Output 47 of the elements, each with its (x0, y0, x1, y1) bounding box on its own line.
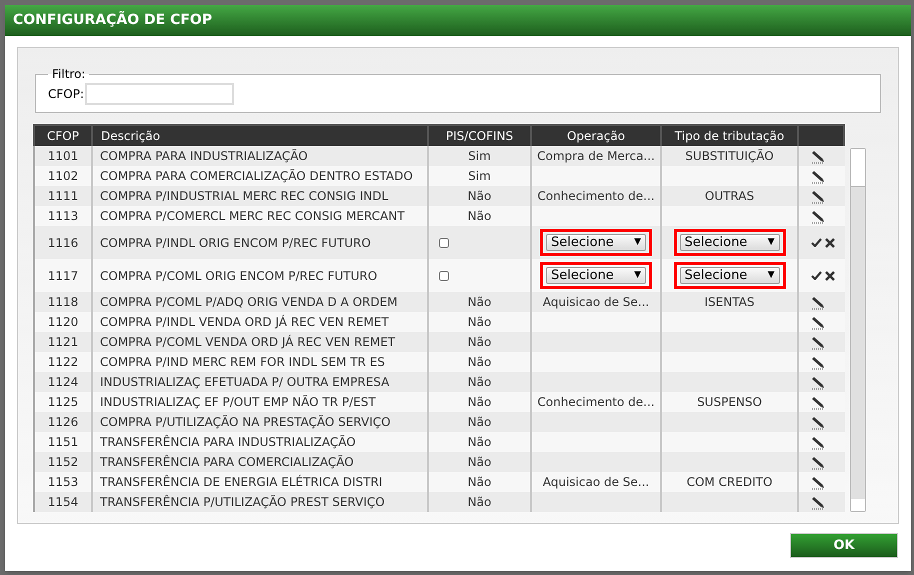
pencil-icon[interactable] (811, 414, 825, 430)
table-row[interactable]: 1121 COMPRA P/COML VENDA ORD JÁ REC VEN REMET Não (35, 332, 845, 352)
check-icon[interactable] (811, 271, 822, 280)
pencil-icon[interactable] (811, 454, 825, 470)
select-dropdown[interactable]: Selecione ▼ (680, 234, 780, 251)
pencil-icon[interactable] (811, 208, 825, 224)
table-row[interactable]: 1116 COMPRA P/INDL ORIG ENCOM P/REC FUTURO Selecione ▼ Selecione ▼ (35, 226, 845, 259)
pencil-icon[interactable] (811, 394, 825, 410)
close-icon[interactable] (825, 270, 835, 280)
pencil-icon[interactable] (811, 294, 825, 310)
select-dropdown[interactable]: Selecione ▼ (680, 267, 780, 284)
pencil-icon[interactable] (811, 494, 825, 510)
ok-button[interactable]: OK (790, 533, 898, 558)
table-row[interactable]: 1111 COMPRA P/INDUSTRIAL MERC REC CONSIG INDL Não Conhecimento de... OUTRAS (35, 186, 845, 206)
close-icon[interactable] (825, 238, 835, 248)
window-title: CONFIGURAÇÃO DE CFOP (5, 5, 911, 36)
check-icon[interactable] (811, 238, 822, 247)
table-cell: Não (429, 492, 532, 512)
cfop-input[interactable] (85, 83, 234, 105)
table-row[interactable]: 1124 INDUSTRIALIZAÇ EFETUADA P/ OUTRA EMPRESA Não (35, 372, 845, 392)
table-row[interactable]: 1117 COMPRA P/COML ORIG ENCOM P/REC FUTURO Selecione ▼ Selecione ▼ (35, 259, 845, 292)
cfop-label: CFOP: (48, 86, 84, 103)
table-row[interactable]: 1101 COMPRA PARA INDUSTRIALIZAÇÃO Sim Compra de Merca... SUBSTITUIÇÃO (35, 146, 845, 166)
select-dropdown[interactable]: Selecione ▼ (546, 267, 646, 284)
table-row[interactable]: 1118 COMPRA P/COML P/ADQ ORIG VENDA D A ORDEM Não Aquisicao de Se... ISENTAS (35, 292, 845, 312)
pencil-icon[interactable] (811, 334, 825, 350)
checkbox[interactable] (439, 238, 449, 248)
table-row[interactable]: 1152 TRANSFERÊNCIA PARA COMERCIALIZAÇÃO Não (35, 452, 845, 472)
pencil-icon[interactable] (811, 374, 825, 390)
table-row[interactable]: 1113 COMPRA P/COMERCL MERC REC CONSIG MERCANT Não (35, 206, 845, 226)
pencil-icon[interactable] (811, 354, 825, 370)
scrollbar[interactable] (850, 148, 866, 512)
table-row[interactable]: 1154 TRANSFERÊNCIA P/UTILIZAÇÃO PREST SERVIÇO Não (35, 492, 845, 512)
pencil-icon[interactable] (811, 314, 825, 330)
table-cell: TRANSFERÊNCIA P/UTILIZAÇÃO PREST SERVIÇO (93, 492, 429, 512)
table-row[interactable]: 1102 COMPRA PARA COMERCIALIZAÇÃO DENTRO ESTADO Sim (35, 166, 845, 186)
pencil-icon[interactable] (811, 148, 825, 164)
table-cell: 1154 (35, 492, 93, 512)
checkbox[interactable] (439, 270, 449, 280)
filter-legend: Filtro: (48, 65, 90, 83)
table-row[interactable]: 1126 COMPRA P/UTILIZAÇÃO NA PRESTAÇÃO SERVIÇO Não (35, 412, 845, 432)
pencil-icon[interactable] (811, 474, 825, 490)
select-dropdown[interactable]: Selecione ▼ (546, 234, 646, 251)
pencil-icon[interactable] (811, 434, 825, 450)
pencil-icon[interactable] (811, 188, 825, 204)
table-row[interactable]: 1120 COMPRA P/INDL VENDA ORD JÁ REC VEN REMET Não (35, 312, 845, 332)
pencil-icon[interactable] (811, 168, 825, 184)
